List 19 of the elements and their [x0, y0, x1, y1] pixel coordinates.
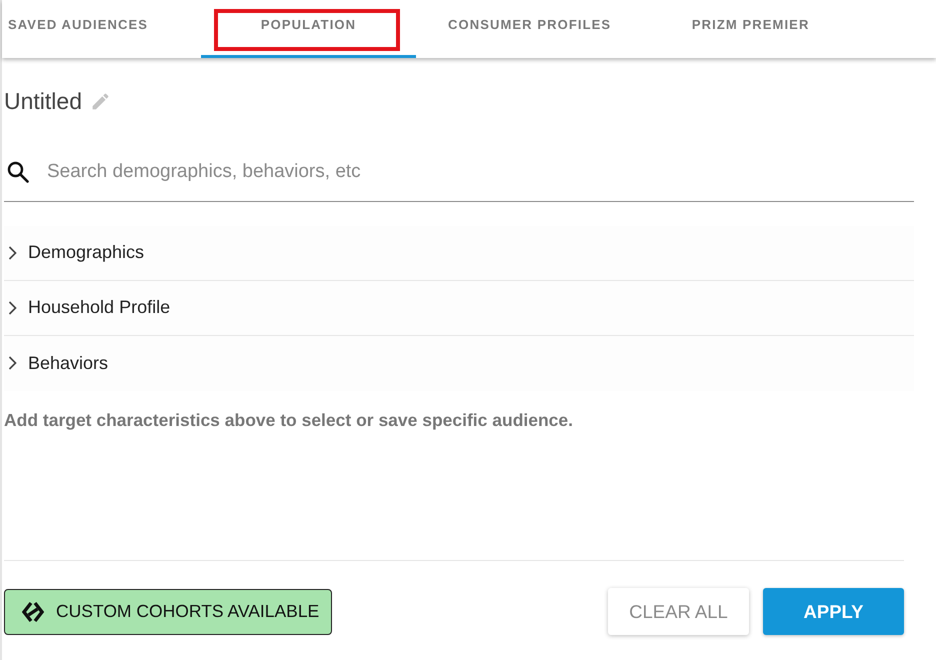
tab[interactable]: CONSUMER PROFILES — [416, 0, 644, 58]
double-chevron-icon — [22, 600, 44, 622]
apply-button[interactable]: APPLY — [763, 588, 904, 635]
custom-cohorts-button[interactable]: CUSTOM COHORTS AVAILABLE — [4, 588, 332, 634]
tab[interactable]: PRIZM PREMIER — [643, 0, 858, 58]
pencil-icon[interactable] — [90, 91, 111, 112]
tab[interactable]: POPULATION — [201, 0, 416, 58]
category-row[interactable]: Household Profile — [4, 280, 914, 336]
category-label: Household Profile — [28, 296, 170, 319]
search-field[interactable]: Search demographics, behaviors, etc — [47, 158, 914, 186]
search-icon — [7, 161, 29, 184]
category-label: Demographics — [28, 241, 144, 264]
category-label: Behaviors — [28, 352, 108, 374]
category-row[interactable]: Behaviors — [4, 336, 914, 390]
audience-title: Untitled — [4, 90, 82, 113]
hint-text: Add target characteristics above to select or save specific audience. — [4, 408, 574, 432]
tab[interactable]: SAVED AUDIENCES — [2, 0, 201, 58]
clear-all-button[interactable]: CLEAR ALL — [608, 588, 749, 635]
category-row[interactable]: Demographics — [4, 226, 914, 280]
